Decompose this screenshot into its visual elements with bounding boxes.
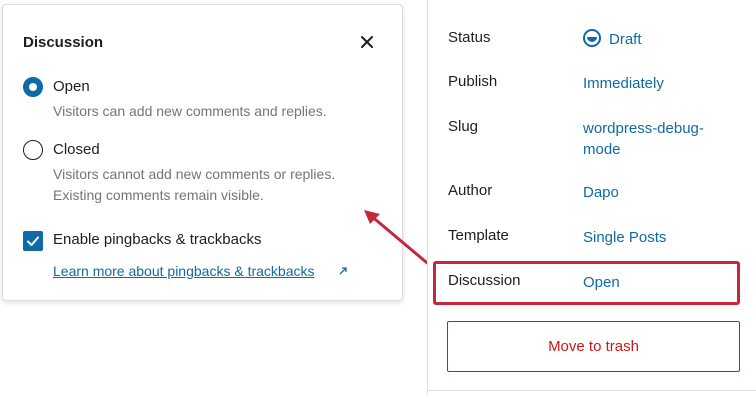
discussion-popover: Discussion Open Visitors can add new com… (2, 4, 403, 301)
slug-value[interactable]: wordpress-debug-mode (583, 118, 723, 160)
radio-open[interactable] (23, 77, 43, 97)
publish-label: Publish (448, 73, 498, 90)
checkmark-icon (27, 236, 39, 246)
pingbacks-checkbox[interactable] (23, 231, 43, 251)
move-to-trash-button[interactable]: Move to trash (447, 321, 740, 372)
option-open-help: Visitors can add new comments and replie… (53, 103, 327, 119)
publish-value[interactable]: Immediately (583, 73, 733, 94)
learn-more-link[interactable]: Learn more about pingbacks & trackbacks (53, 263, 314, 279)
slug-label: Slug (448, 118, 479, 135)
radio-closed[interactable] (23, 140, 43, 160)
author-label: Author (448, 182, 493, 199)
template-label: Template (448, 227, 509, 244)
popover-title: Discussion (23, 34, 104, 51)
option-closed-label: Closed (53, 141, 100, 158)
external-link-icon (339, 267, 347, 275)
status-label: Status (448, 29, 491, 46)
pingbacks-label: Enable pingbacks & trackbacks (53, 231, 262, 248)
close-icon (361, 36, 373, 48)
option-open-label: Open (53, 78, 90, 95)
status-value-button[interactable]: Draft (583, 29, 733, 50)
status-draft-icon (583, 29, 601, 47)
status-value: Draft (609, 31, 642, 48)
sidebar-divider (427, 390, 756, 391)
author-value[interactable]: Dapo (583, 182, 733, 203)
template-value[interactable]: Single Posts (583, 227, 733, 248)
discussion-highlight-box (433, 261, 740, 305)
option-closed-help: Visitors cannot add new comments or repl… (53, 166, 336, 203)
close-button[interactable] (355, 30, 379, 54)
